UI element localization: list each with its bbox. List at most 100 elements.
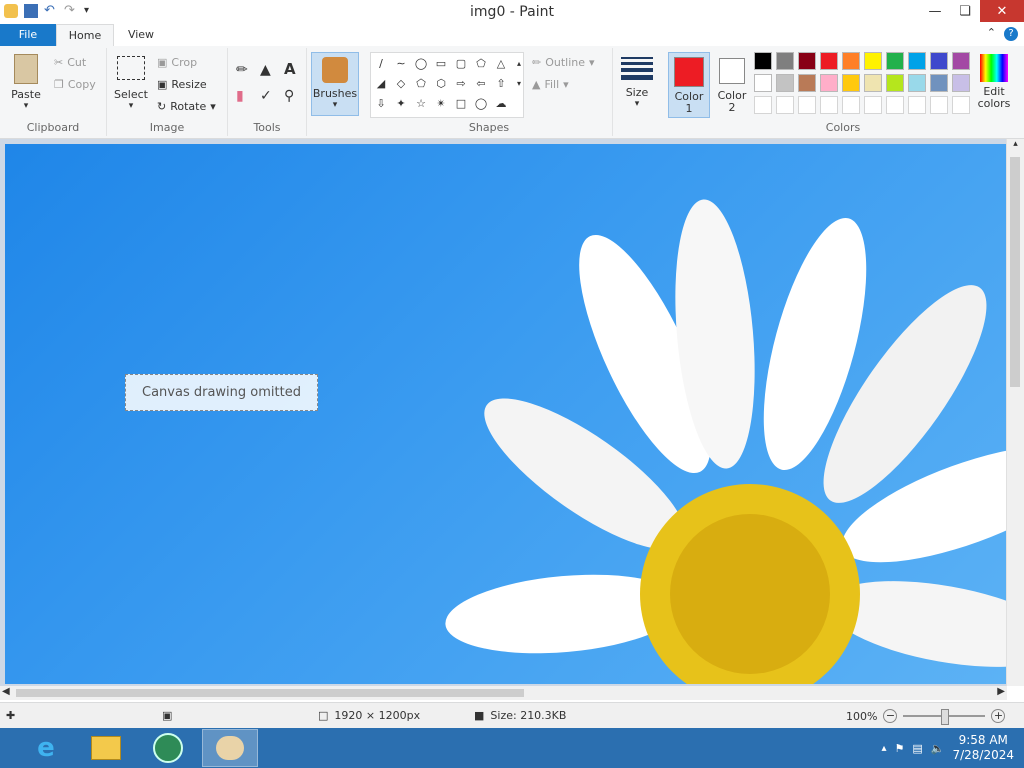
palette-swatch[interactable]: [952, 96, 970, 114]
pencil-icon[interactable]: ✏: [236, 62, 248, 78]
oval-shape-icon[interactable]: ◯: [413, 55, 429, 71]
fill-bucket-icon[interactable]: ▲: [260, 62, 271, 78]
curve-shape-icon[interactable]: ∼: [393, 55, 409, 71]
palette-swatch[interactable]: [952, 74, 970, 92]
palette-swatch[interactable]: [864, 52, 882, 70]
tab-view[interactable]: View: [118, 24, 164, 46]
five-point-star-icon[interactable]: ☆: [413, 95, 429, 111]
scroll-up-icon[interactable]: ▴: [1007, 139, 1024, 149]
color2-button[interactable]: Color 2: [712, 52, 752, 116]
restore-button[interactable]: ❏: [950, 0, 980, 22]
help-icon[interactable]: ?: [1004, 27, 1018, 41]
palette-swatch[interactable]: [798, 96, 816, 114]
cut-button[interactable]: ✂ Cut: [54, 56, 86, 69]
palette-swatch[interactable]: [842, 52, 860, 70]
rounded-rectangle-shape-icon[interactable]: ▢: [453, 55, 469, 71]
drawing-canvas[interactable]: Canvas drawing omitted: [5, 144, 1007, 684]
palette-swatch[interactable]: [754, 74, 772, 92]
crop-button[interactable]: ▣ Crop: [157, 56, 197, 69]
right-triangle-shape-icon[interactable]: ◢: [373, 75, 389, 91]
file-explorer-icon[interactable]: [78, 729, 134, 767]
left-arrow-shape-icon[interactable]: ⇦: [473, 75, 489, 91]
palette-swatch[interactable]: [886, 52, 904, 70]
hexagon-shape-icon[interactable]: ⬡: [433, 75, 449, 91]
collapse-ribbon-icon[interactable]: ⌃: [987, 26, 996, 39]
close-button[interactable]: ✕: [980, 0, 1024, 22]
color-picker-icon[interactable]: ✓: [260, 88, 272, 104]
six-point-star-icon[interactable]: ✴: [433, 95, 449, 111]
clock[interactable]: 9:58 AM 7/28/2024: [952, 733, 1014, 763]
internet-explorer-icon[interactable]: e: [18, 729, 74, 767]
palette-swatch[interactable]: [886, 96, 904, 114]
palette-swatch[interactable]: [798, 52, 816, 70]
palette-swatch[interactable]: [754, 96, 772, 114]
zoom-out-icon[interactable]: −: [883, 709, 898, 723]
palette-swatch[interactable]: [820, 52, 838, 70]
show-hidden-icons[interactable]: ▴: [881, 743, 886, 754]
media-player-icon[interactable]: [140, 729, 196, 767]
select-button[interactable]: Select ▾: [113, 54, 149, 111]
palette-swatch[interactable]: [842, 96, 860, 114]
paint-taskbar-icon[interactable]: [202, 729, 258, 767]
oval-callout-icon[interactable]: ◯: [473, 95, 489, 111]
up-arrow-shape-icon[interactable]: ⇧: [493, 75, 509, 91]
volume-muted-icon[interactable]: 🔈: [931, 742, 945, 755]
palette-swatch[interactable]: [864, 96, 882, 114]
palette-swatch[interactable]: [776, 74, 794, 92]
magnifier-icon[interactable]: ⚲: [284, 88, 294, 104]
palette-swatch[interactable]: [754, 52, 772, 70]
triangle-shape-icon[interactable]: △: [493, 55, 509, 71]
flag-icon[interactable]: ⚑: [894, 742, 904, 755]
palette-swatch[interactable]: [908, 96, 926, 114]
right-arrow-shape-icon[interactable]: ⇨: [453, 75, 469, 91]
scroll-right-icon[interactable]: ▶: [997, 686, 1005, 697]
rotate-button[interactable]: ↻ Rotate ▾: [157, 100, 216, 113]
palette-swatch[interactable]: [820, 96, 838, 114]
shapes-scroll-down-icon[interactable]: ▾: [511, 75, 527, 91]
four-point-star-icon[interactable]: ✦: [393, 95, 409, 111]
down-arrow-shape-icon[interactable]: ⇩: [373, 95, 389, 111]
fill-button[interactable]: ▲ Fill ▾: [532, 78, 569, 91]
copy-button[interactable]: ❐ Copy: [54, 78, 96, 91]
color1-button[interactable]: Color 1: [668, 52, 710, 118]
palette-swatch[interactable]: [798, 74, 816, 92]
cloud-callout-icon[interactable]: ☁: [493, 95, 509, 111]
palette-swatch[interactable]: [776, 52, 794, 70]
palette-swatch[interactable]: [908, 52, 926, 70]
zoom-slider-thumb[interactable]: [941, 709, 950, 725]
pentagon-shape-icon[interactable]: ⬠: [413, 75, 429, 91]
palette-swatch[interactable]: [930, 74, 948, 92]
resize-button[interactable]: ▣ Resize: [157, 78, 207, 91]
vertical-scroll-thumb[interactable]: [1010, 157, 1020, 387]
palette-swatch[interactable]: [930, 52, 948, 70]
scroll-left-icon[interactable]: ◀: [2, 686, 10, 697]
horizontal-scroll-thumb[interactable]: [16, 689, 524, 697]
palette-swatch[interactable]: [886, 74, 904, 92]
palette-swatch[interactable]: [820, 74, 838, 92]
tab-home[interactable]: Home: [56, 24, 114, 48]
horizontal-scrollbar[interactable]: ◀ ▶: [0, 686, 1007, 700]
palette-swatch[interactable]: [842, 74, 860, 92]
edit-colors-button[interactable]: Edit colors: [974, 52, 1014, 110]
palette-swatch[interactable]: [930, 96, 948, 114]
rect-callout-icon[interactable]: □: [453, 95, 469, 111]
palette-swatch[interactable]: [776, 96, 794, 114]
eraser-icon[interactable]: ▮: [236, 88, 244, 104]
brushes-button[interactable]: Brushes ▾: [311, 52, 359, 116]
diamond-shape-icon[interactable]: ◇: [393, 75, 409, 91]
minimize-button[interactable]: —: [920, 0, 950, 22]
zoom-slider[interactable]: [903, 709, 986, 725]
palette-swatch[interactable]: [952, 52, 970, 70]
rectangle-shape-icon[interactable]: ▭: [433, 55, 449, 71]
palette-swatch[interactable]: [908, 74, 926, 92]
line-shape-icon[interactable]: ∕: [373, 55, 389, 71]
zoom-in-icon[interactable]: +: [991, 709, 1006, 723]
polygon-shape-icon[interactable]: ⬠: [473, 55, 489, 71]
shapes-scroll-up-icon[interactable]: ▴: [511, 55, 527, 71]
network-icon[interactable]: ▤: [912, 742, 922, 755]
palette-swatch[interactable]: [864, 74, 882, 92]
text-tool-icon[interactable]: A: [284, 60, 296, 78]
size-button[interactable]: Size ▾: [619, 54, 655, 109]
tab-file[interactable]: File: [0, 24, 56, 46]
paste-button[interactable]: Paste ▾: [8, 54, 44, 111]
